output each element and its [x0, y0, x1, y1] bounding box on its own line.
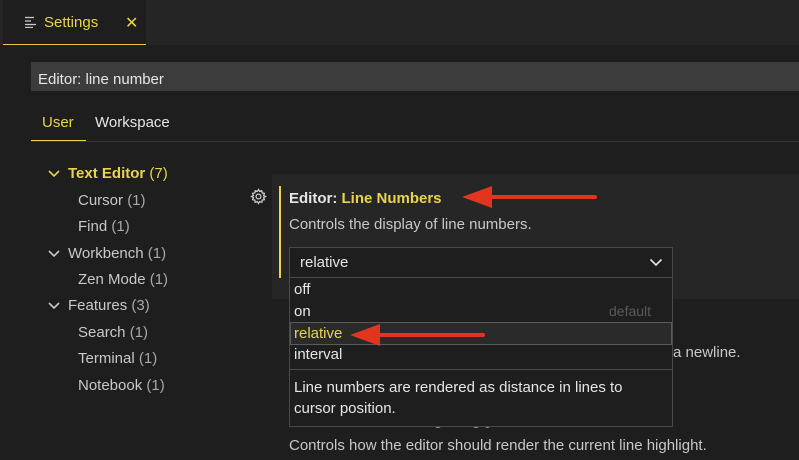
- setting-name: Line Numbers: [341, 190, 442, 207]
- toc-item-notebook[interactable]: Notebook (1): [78, 377, 165, 394]
- next-setting-description: Controls how the editor should render th…: [289, 437, 707, 454]
- setting-description: Controls the display of line numbers.: [289, 216, 532, 233]
- option-on[interactable]: on: [294, 303, 311, 320]
- toc-count: (1): [129, 324, 149, 341]
- chevron-down-icon[interactable]: [47, 301, 61, 311]
- line-numbers-select[interactable]: relative: [289, 247, 673, 278]
- editor-tab-bar: Settings ✕: [0, 0, 799, 45]
- toc-label: Search: [78, 324, 126, 341]
- toc-label: Text Editor: [68, 165, 146, 182]
- toc-count: (1): [147, 245, 167, 262]
- toc-label: Notebook: [78, 377, 143, 394]
- toc-count: (1): [149, 271, 169, 288]
- tab-user[interactable]: User: [42, 114, 74, 131]
- toc-label: Zen Mode: [78, 271, 146, 288]
- settings-tab[interactable]: Settings ✕: [3, 0, 146, 45]
- toc-count: (7): [149, 165, 168, 182]
- toc-count: (1): [138, 350, 158, 367]
- toc-item-find[interactable]: Find (1): [78, 218, 130, 235]
- modified-indicator: [279, 186, 281, 278]
- setting-category: Editor:: [289, 190, 342, 207]
- toc-item-features[interactable]: Features (3): [68, 297, 150, 314]
- gear-icon[interactable]: [250, 188, 267, 205]
- toc-label: Workbench: [68, 245, 144, 262]
- chevron-down-icon[interactable]: [649, 258, 663, 267]
- tab-workspace[interactable]: Workspace: [95, 114, 170, 131]
- settings-file-icon: [25, 16, 36, 28]
- option-description: Line numbers are rendered as distance in…: [294, 379, 623, 417]
- default-tag: default: [609, 303, 652, 319]
- toc-item-workbench[interactable]: Workbench (1): [68, 245, 166, 262]
- chevron-down-icon[interactable]: [47, 249, 61, 259]
- option-interval[interactable]: interval: [294, 346, 342, 363]
- toc-label: Terminal: [78, 350, 135, 367]
- dropdown-divider: [290, 369, 672, 370]
- toc-label: Features: [68, 297, 128, 314]
- toc-count: (1): [111, 218, 130, 235]
- tab-title: Settings: [44, 14, 99, 31]
- scope-divider: [31, 141, 799, 142]
- toc-item-cursor[interactable]: Cursor (1): [78, 192, 146, 209]
- close-icon[interactable]: ✕: [125, 13, 138, 33]
- setting-title: Editor: Line Numbers: [289, 190, 442, 207]
- toc-count: (1): [127, 192, 146, 209]
- toc-count: (1): [146, 377, 165, 394]
- obscured-description-fragment: a newline.: [673, 344, 741, 361]
- settings-search-input[interactable]: [31, 62, 799, 91]
- toc-item-terminal[interactable]: Terminal (1): [78, 350, 157, 367]
- toc-item-text-editor[interactable]: Text Editor (7): [68, 165, 168, 182]
- toc-item-zen-mode[interactable]: Zen Mode (1): [78, 271, 168, 288]
- chevron-down-icon[interactable]: [47, 169, 61, 179]
- toc-label: Cursor: [78, 192, 124, 209]
- toc-item-search[interactable]: Search (1): [78, 324, 148, 341]
- option-relative[interactable]: relative: [294, 325, 342, 342]
- toc-count: (3): [131, 297, 150, 314]
- option-off[interactable]: off: [294, 281, 310, 298]
- annotation-arrow-icon: [350, 324, 485, 346]
- annotation-arrow-icon: [462, 186, 597, 208]
- toc-label: Find: [78, 218, 108, 235]
